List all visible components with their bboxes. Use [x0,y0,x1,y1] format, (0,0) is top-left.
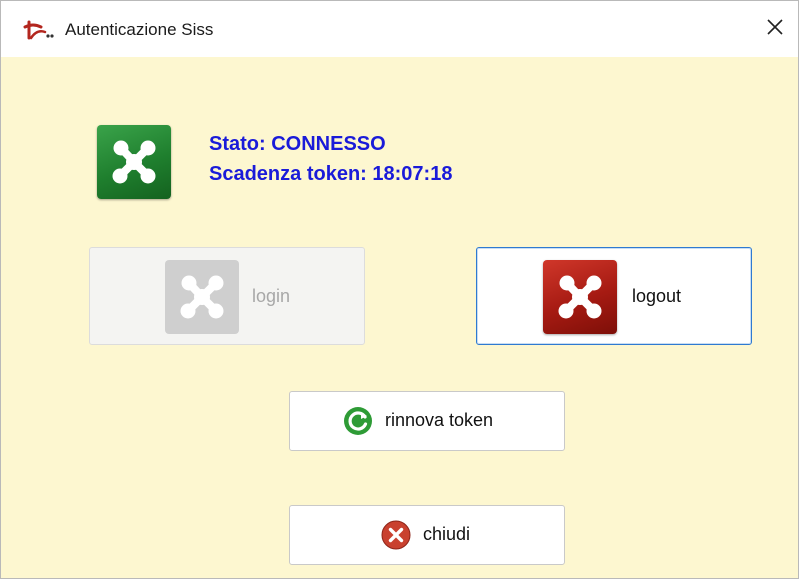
network-disconnect-icon [543,260,617,334]
close-dialog-button[interactable]: chiudi [289,505,565,565]
window-close-button[interactable] [752,1,798,57]
close-dialog-label: chiudi [423,524,471,544]
renew-token-button[interactable]: rinnova token [289,391,565,451]
close-icon [766,18,784,41]
logout-label: logout [632,286,682,306]
network-connected-icon [97,125,171,199]
connection-status: Stato: CONNESSO [209,133,386,155]
login-label: login [252,286,291,306]
refresh-icon [342,405,374,437]
siss-logo-icon [23,19,57,41]
login-button[interactable]: login [89,247,365,345]
token-expiry: Scadenza token: 18:07:18 [209,163,453,185]
logout-button[interactable]: logout [476,247,752,345]
close-circle-icon [380,519,412,551]
window-title: Autenticazione Siss [65,20,214,39]
title-bar: Autenticazione Siss [1,1,798,57]
dialog-window: Autenticazione Siss Stato: CONNESSO Scad… [0,0,799,579]
network-icon-disabled [165,260,239,334]
renew-token-label: rinnova token [385,410,494,430]
